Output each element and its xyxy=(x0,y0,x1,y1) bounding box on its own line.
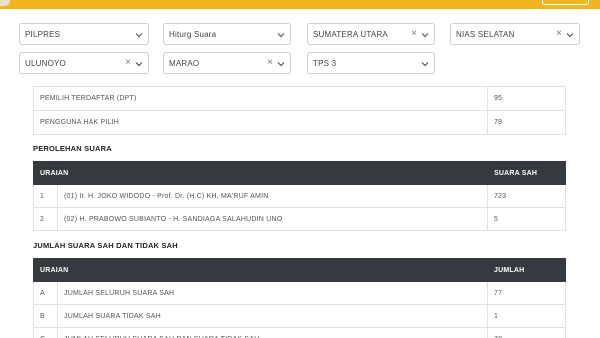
row-letter: A xyxy=(33,281,58,305)
province-select[interactable]: SUMATERA UTARA × xyxy=(307,23,435,45)
select-value: NIAS SELATAN xyxy=(456,30,515,39)
chevron-down-icon[interactable] xyxy=(277,31,285,39)
jumlah-label: JUMLAH SELURUH SUARA SAH xyxy=(57,281,488,305)
section-title-perolehan: PEROLEHAN SUARA xyxy=(33,144,112,153)
header-button[interactable] xyxy=(542,0,589,5)
clear-icon[interactable]: × xyxy=(125,58,131,68)
select-value: Hiturg Suara xyxy=(169,30,217,39)
chevron-down-icon[interactable] xyxy=(135,31,143,39)
select-value: PILPRES xyxy=(25,30,61,39)
row-number: 2 xyxy=(33,207,58,231)
row-letter: B xyxy=(33,304,58,328)
jumlah-value: 77 xyxy=(487,281,566,305)
header-jumlah: JUMLAH xyxy=(487,258,566,282)
header-suara-sah: SUARA SAH xyxy=(487,161,566,185)
select-value: SUMATERA UTARA xyxy=(313,30,388,39)
jumlah-value: 78 xyxy=(487,327,566,338)
jumlah-value: 1 xyxy=(487,304,566,328)
regency-select[interactable]: NIAS SELATAN × xyxy=(450,23,580,45)
chevron-down-icon[interactable] xyxy=(566,31,574,39)
summary-table: PEMILIH TERDAFTAR (DPT) 95 PENGGUNA HAK … xyxy=(33,86,566,135)
select-value: MARAO xyxy=(169,59,200,68)
select-value: TPS 3 xyxy=(313,59,337,68)
clear-icon[interactable]: × xyxy=(267,58,273,68)
perolehan-table-wrap: URAIAN SUARA SAH 1 (01) Ir. H. JOKO WIDO… xyxy=(33,161,566,231)
jumlah-label: JUMLAH SUARA TIDAK SAH xyxy=(57,304,488,328)
table-header: URAIAN JUMLAH xyxy=(33,258,566,282)
table-row: PENGGUNA HAK PILIH 78 xyxy=(33,110,566,135)
candidate-votes: 723 xyxy=(487,184,566,208)
candidate-label: (02) H. PRABOWO SUBIANTO - H. SANDIAGA S… xyxy=(57,207,488,231)
data-type-select[interactable]: Hiturg Suara xyxy=(163,23,291,45)
village-select[interactable]: MARAO × xyxy=(163,52,291,74)
district-select[interactable]: ULUNOYO × xyxy=(19,52,149,74)
table-row: B JUMLAH SUARA TIDAK SAH 1 xyxy=(33,304,566,328)
election-type-select[interactable]: PILPRES xyxy=(19,23,149,45)
summary-table-wrap: PEMILIH TERDAFTAR (DPT) 95 PENGGUNA HAK … xyxy=(33,86,566,135)
top-bar xyxy=(0,0,600,9)
tps-select[interactable]: TPS 3 xyxy=(307,52,435,74)
clear-icon[interactable]: × xyxy=(556,29,562,39)
candidate-label: (01) Ir. H. JOKO WIDODO - Prof. Dr. (H.C… xyxy=(57,184,488,208)
table-row: 2 (02) H. PRABOWO SUBIANTO - H. SANDIAGA… xyxy=(33,207,566,231)
section-title-jumlah: JUMLAH SUARA SAH DAN TIDAK SAH xyxy=(33,241,178,250)
row-number: 1 xyxy=(33,184,58,208)
summary-label: PENGGUNA HAK PILIH xyxy=(33,110,488,135)
header-uraian: URAIAN xyxy=(33,161,488,185)
chevron-down-icon[interactable] xyxy=(421,31,429,39)
header-uraian: URAIAN xyxy=(33,258,488,282)
jumlah-label: JUMLAH SELURUH SUARA SAH DAN SUARA TIDAK… xyxy=(57,327,488,338)
select-value: ULUNOYO xyxy=(25,59,66,68)
logo xyxy=(0,0,10,6)
jumlah-table: URAIAN JUMLAH A JUMLAH SELURUH SUARA SAH… xyxy=(33,258,566,338)
table-header: URAIAN SUARA SAH xyxy=(33,161,566,185)
jumlah-table-wrap: URAIAN JUMLAH A JUMLAH SELURUH SUARA SAH… xyxy=(33,258,566,338)
summary-value: 78 xyxy=(487,110,566,135)
chevron-down-icon[interactable] xyxy=(135,60,143,68)
chevron-down-icon[interactable] xyxy=(277,60,285,68)
table-row: A JUMLAH SELURUH SUARA SAH 77 xyxy=(33,281,566,305)
filter-panel: PILPRES Hiturg Suara SUMATERA UTARA × NI… xyxy=(0,9,600,80)
table-row: PEMILIH TERDAFTAR (DPT) 95 xyxy=(33,86,566,111)
clear-icon[interactable]: × xyxy=(411,29,417,39)
perolehan-table: URAIAN SUARA SAH 1 (01) Ir. H. JOKO WIDO… xyxy=(33,161,566,231)
table-row: 1 (01) Ir. H. JOKO WIDODO - Prof. Dr. (H… xyxy=(33,184,566,208)
chevron-down-icon[interactable] xyxy=(421,60,429,68)
summary-value: 95 xyxy=(487,86,566,111)
row-letter: C xyxy=(33,327,58,338)
candidate-votes: 5 xyxy=(487,207,566,231)
table-row: C JUMLAH SELURUH SUARA SAH DAN SUARA TID… xyxy=(33,327,566,338)
summary-label: PEMILIH TERDAFTAR (DPT) xyxy=(33,86,488,111)
